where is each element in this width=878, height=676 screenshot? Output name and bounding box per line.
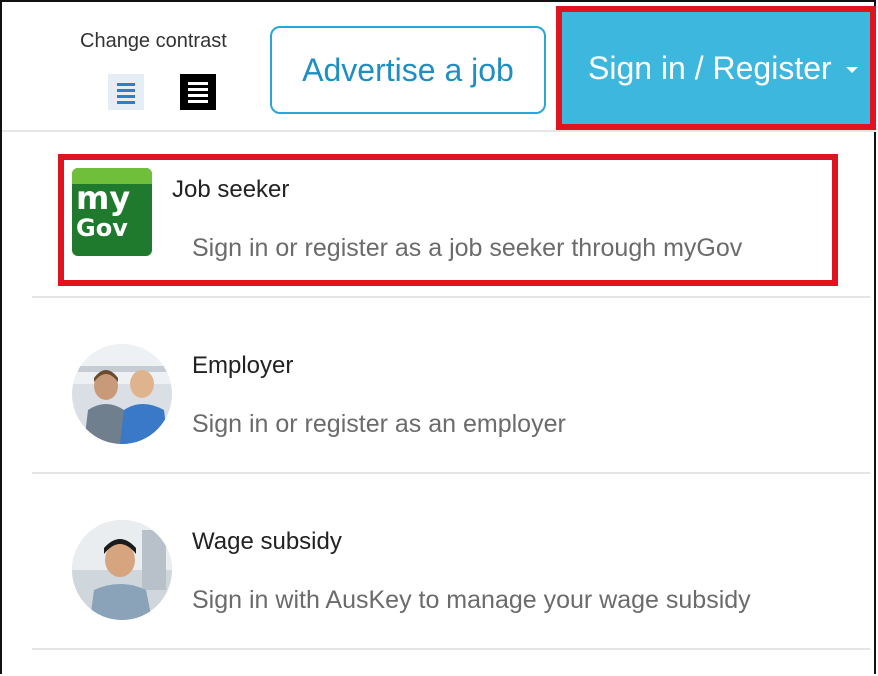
change-contrast-label: Change contrast	[80, 30, 227, 52]
employer-description: Sign in or register as an employer	[192, 410, 566, 438]
employer-title: Employer	[192, 352, 294, 379]
signin-register-button[interactable]: Sign in / Register	[556, 6, 876, 130]
dark-contrast-button[interactable]	[180, 74, 216, 110]
advertise-job-label: Advertise a job	[302, 51, 514, 88]
advertise-job-button[interactable]: Advertise a job	[270, 26, 546, 114]
wage-subsidy-description: Sign in with AusKey to manage your wage …	[192, 586, 751, 614]
job-seeker-highlight	[58, 154, 838, 286]
signin-register-label: Sign in / Register	[588, 49, 832, 86]
wage-subsidy-title: Wage subsidy	[192, 528, 342, 555]
wage-subsidy-photo-icon	[72, 520, 172, 620]
caret-down-icon	[845, 67, 858, 73]
employer-photo-icon	[72, 344, 172, 444]
header-divider	[2, 130, 876, 132]
menu-divider	[32, 296, 870, 298]
light-contrast-button[interactable]	[108, 74, 144, 110]
menu-divider	[32, 472, 870, 474]
menu-divider	[32, 648, 870, 650]
